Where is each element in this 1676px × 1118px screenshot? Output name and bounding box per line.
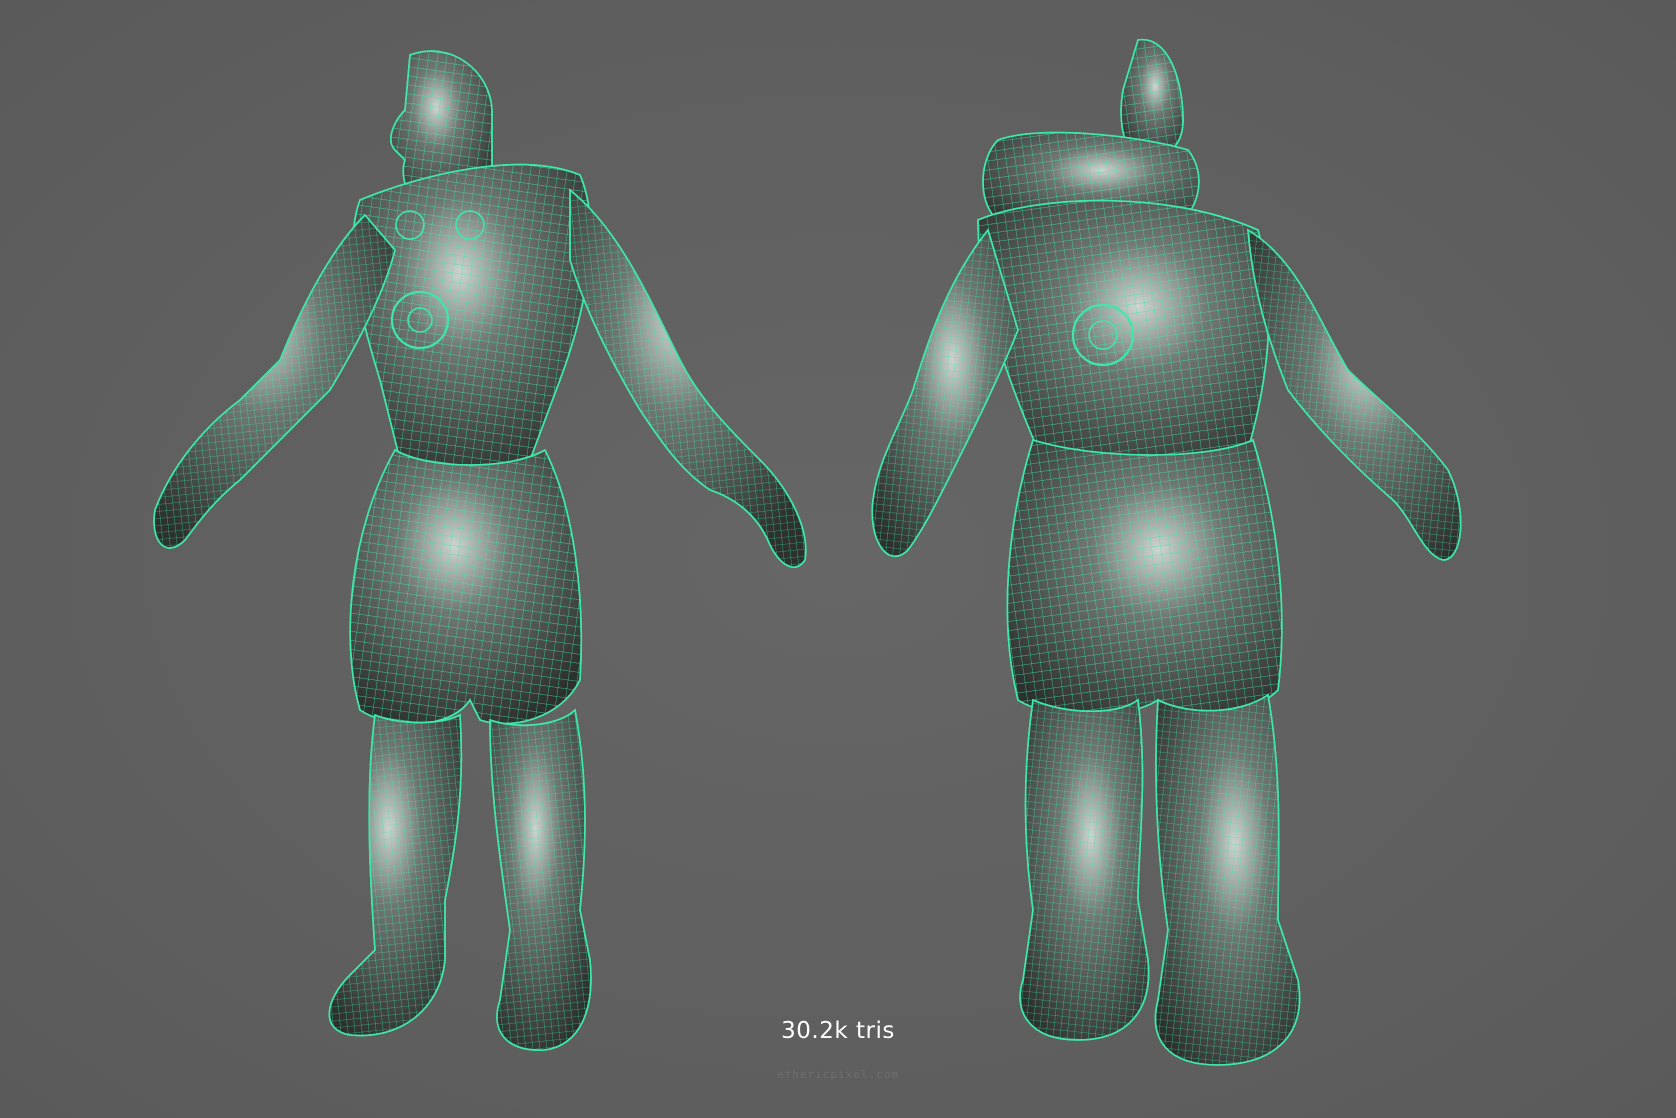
triangle-count-label: 30.2k tris [781,1018,895,1044]
character-model-back [838,0,1676,1118]
character-wireframe-front-icon [153,50,807,1051]
back-body [871,39,1462,1066]
front-body [153,50,807,1051]
model-viewport: 30.2k tris ethericpixel.com [0,0,1676,1118]
watermark: ethericpixel.com [777,1068,899,1081]
character-wireframe-back-icon [871,39,1462,1066]
character-model-front [0,0,838,1118]
